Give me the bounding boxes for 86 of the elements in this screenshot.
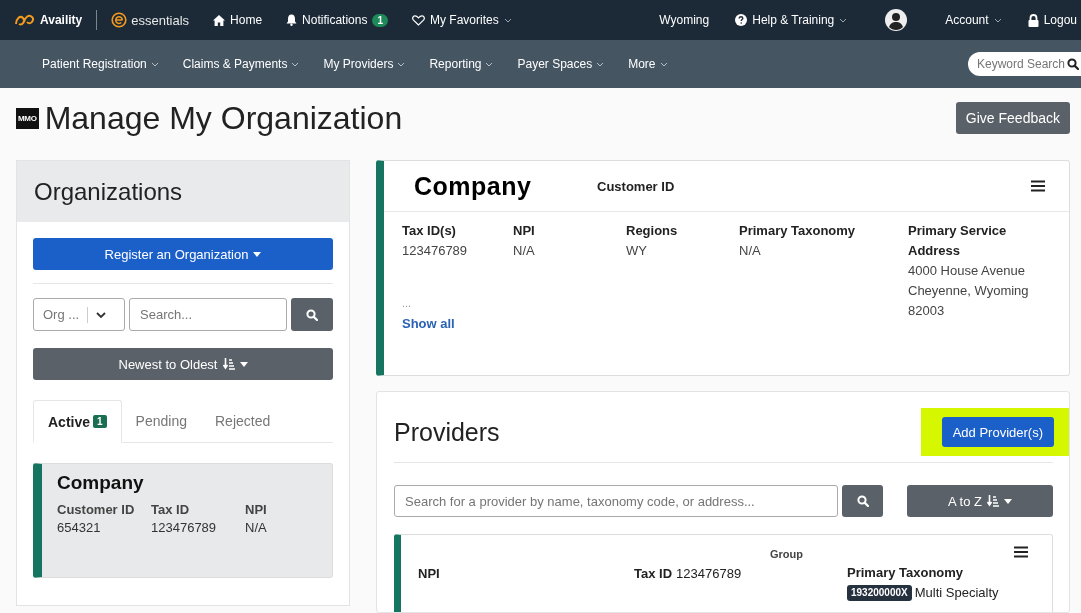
home-icon (213, 14, 226, 26)
nav-menu-item[interactable]: My Providers (323, 57, 406, 71)
field-label: Tax ID (151, 501, 191, 519)
nav-menu-item[interactable]: Payer Spaces (517, 57, 605, 71)
company-name: Company (414, 171, 533, 201)
caret-icon (239, 361, 248, 367)
filter-select[interactable]: Org ... (33, 298, 125, 331)
nav-link[interactable]: Logou (1027, 13, 1077, 27)
add-provider-button[interactable]: Add Provider(s) (941, 417, 1054, 447)
nav-menu-item[interactable]: More (628, 57, 668, 71)
search-button[interactable] (842, 485, 883, 517)
detail-value: Cheyenne, Wyoming (908, 282, 1030, 300)
nav-menu-item[interactable]: Reporting (429, 57, 494, 71)
sort-button[interactable]: Newest to Oldest (33, 348, 333, 380)
menu-icon (1014, 545, 1028, 558)
caret-icon (253, 251, 262, 257)
detail-label: Tax ID(s) (402, 222, 457, 240)
field-label: Customer ID (57, 501, 136, 519)
provider-type: Group (770, 548, 803, 560)
detail-label: NPI (513, 222, 536, 240)
detail-value: 82003 (908, 302, 946, 320)
search-icon (306, 308, 318, 321)
feedback-button[interactable]: Give Feedback (955, 102, 1070, 134)
caret-icon (1004, 498, 1012, 504)
detail-label: Primary Taxonomy (739, 222, 857, 240)
help-icon (735, 14, 748, 26)
provider-card[interactable]: Group NPI Tax ID 123476789 Primary Taxonomy 193200000X Multi Specialty (394, 534, 1053, 612)
nav-link[interactable]: My Favorites (412, 13, 512, 27)
tax-id-value: 123476789 (676, 566, 742, 583)
detail-value: N/A (513, 242, 536, 260)
heart-icon (412, 14, 425, 26)
detail-value: 4000 House Avenue (908, 262, 1026, 280)
provider-search-field[interactable]: Search for a provider by name, taxonomy code, or address... (394, 485, 838, 517)
field-label: NPI (245, 501, 268, 519)
sort-icon (987, 495, 999, 507)
chevron-down-icon (96, 311, 107, 318)
nav-menu-item[interactable]: Claims & Payments (182, 57, 300, 71)
count-badge: 1 (93, 415, 107, 428)
nav-link[interactable]: Notifications 1 (286, 13, 388, 27)
tax-id-label: Tax ID (634, 566, 673, 583)
nav-menu-item[interactable]: Patient Registration (42, 57, 159, 71)
detail-label: Primary Service Address (908, 222, 1008, 260)
nav-link[interactable]: Wyoming (659, 13, 710, 27)
customer-id-label: Customer ID (597, 178, 676, 194)
taxonomy-code-badge: 193200000X (847, 585, 912, 601)
tab[interactable]: Active 1 (33, 400, 122, 443)
register-button[interactable]: Register an Organization (33, 238, 333, 270)
brand-name[interactable]: Availity (40, 13, 83, 27)
field-value: N/A (245, 519, 268, 537)
field-value: 123476789 (151, 519, 218, 537)
keyword-search-field[interactable]: Keyword Search (968, 52, 1081, 76)
tab[interactable]: Rejected (201, 400, 285, 442)
organization-name: Company (57, 472, 145, 494)
page-title: Manage My Organization (44, 99, 403, 137)
logo-icon (14, 12, 36, 28)
nav-link[interactable]: Help & Training (735, 13, 848, 27)
nav-link[interactable]: Home (213, 13, 263, 27)
bell-icon (286, 14, 298, 26)
taxonomy-label: Primary Taxonomy (847, 566, 965, 580)
taxonomy-name: Multi Specialty (914, 584, 999, 602)
show-all-link[interactable]: Show all (402, 314, 513, 334)
detail-label: Regions (626, 222, 679, 240)
page-logo: MMO (16, 107, 39, 129)
detail-value: N/A (739, 242, 762, 260)
sort-icon (222, 358, 235, 370)
search-field[interactable]: Search... (129, 298, 287, 331)
product-logo-icon (111, 12, 128, 28)
section-title: Providers (394, 417, 500, 447)
avatar-icon[interactable] (885, 9, 908, 31)
search-icon (1067, 58, 1079, 70)
search-icon (856, 495, 869, 507)
product-name[interactable]: essentials (131, 12, 190, 28)
nav-link[interactable]: Account (945, 13, 1002, 27)
menu-icon (1031, 180, 1045, 192)
npi-label: NPI (418, 566, 441, 583)
sort-button[interactable]: A to Z (907, 485, 1053, 517)
ellipsis-text: ... (402, 297, 413, 309)
search-button[interactable] (291, 298, 333, 331)
detail-value: WY (626, 242, 648, 260)
organization-card[interactable]: Company Customer ID 654321 Tax ID 123476789 NPI N/A (33, 463, 333, 578)
field-value: 654321 (57, 519, 102, 537)
count-badge: 1 (372, 13, 388, 27)
detail-value: 123476789 (402, 242, 469, 260)
lock-icon (1027, 13, 1039, 27)
tab[interactable]: Pending (121, 400, 201, 442)
panel-title: Organizations (34, 177, 183, 206)
